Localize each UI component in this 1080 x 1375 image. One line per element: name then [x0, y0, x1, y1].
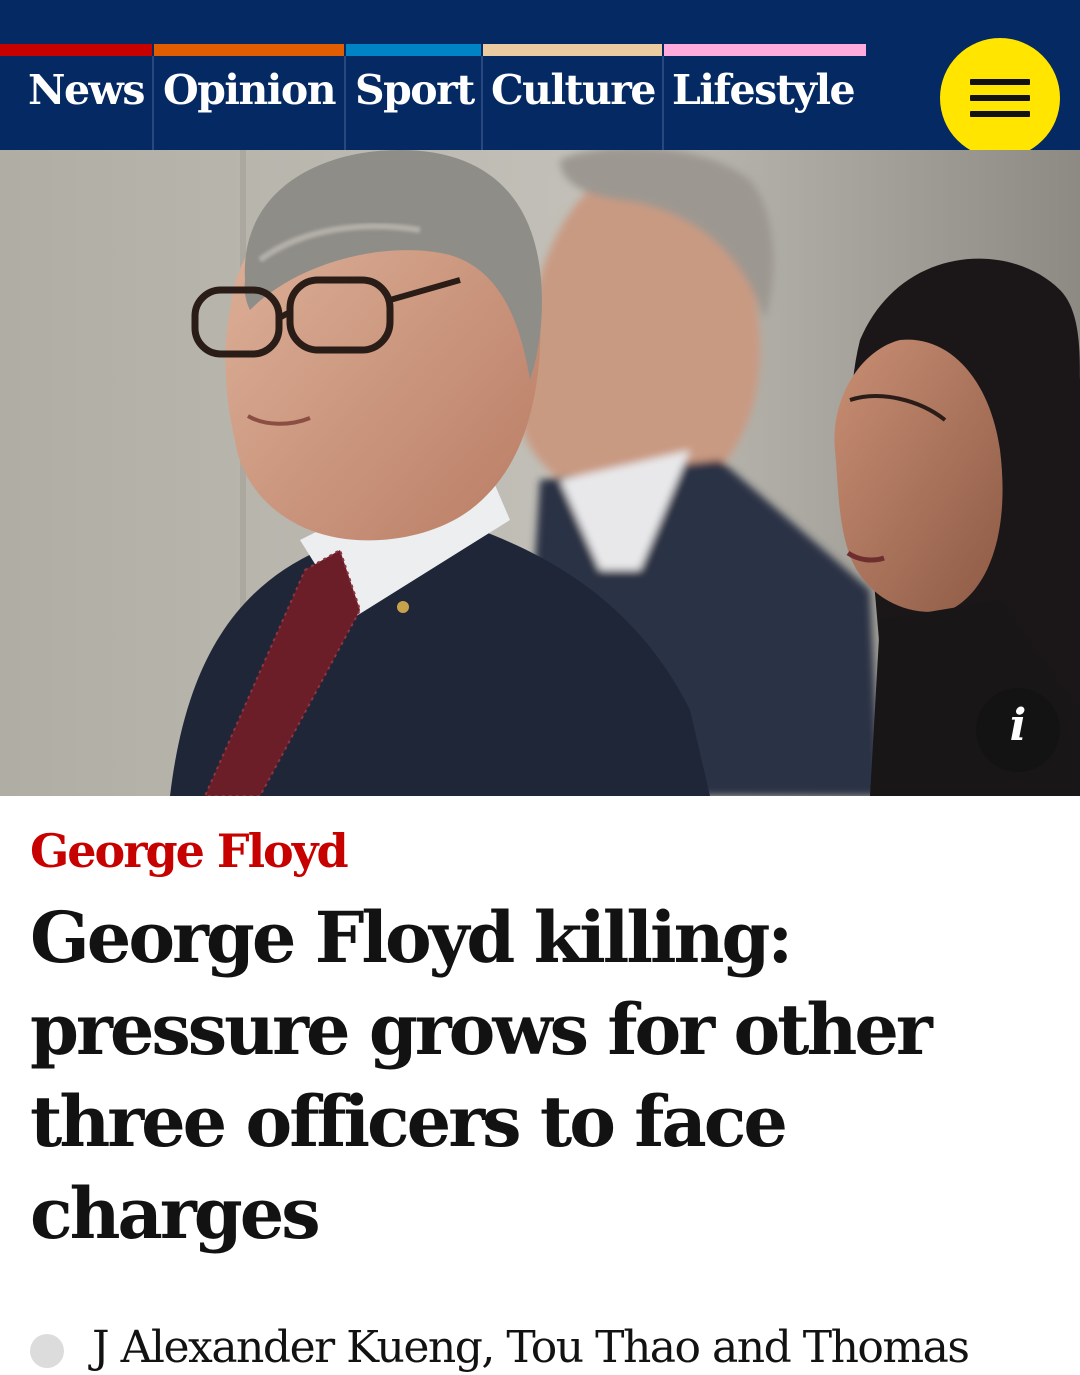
nav-item-lifestyle[interactable]: Lifestyle	[672, 70, 856, 111]
nav-divider	[344, 56, 346, 150]
article-headline: George Floyd killing: pressure grows for…	[30, 896, 933, 1255]
hero-photo-illustration	[0, 150, 1080, 796]
nav-item-opinion[interactable]: Opinion	[163, 70, 337, 111]
nav-divider	[662, 56, 664, 150]
nav-item-culture[interactable]: Culture	[491, 70, 656, 111]
image-caption-button[interactable]: i	[976, 688, 1060, 772]
hero-photo: i	[0, 150, 1080, 796]
pillar-color-strip-sport	[346, 44, 481, 56]
pillar-color-strip-lifestyle	[664, 44, 866, 56]
nav-divider	[152, 56, 154, 150]
menu-button[interactable]	[940, 38, 1060, 158]
info-icon: i	[1009, 700, 1027, 751]
article-standfirst: J Alexander Kueng, Tou Thao and Thomas	[92, 1322, 970, 1373]
article-kicker[interactable]: George Floyd	[30, 826, 349, 877]
nav-item-sport[interactable]: Sport	[355, 70, 475, 111]
top-navigation-bar: News Opinion Sport Culture Lifestyle	[0, 0, 1080, 158]
pillar-color-strip-culture	[483, 44, 662, 56]
pillar-color-strip-news	[0, 44, 152, 56]
bullet-icon	[30, 1334, 64, 1368]
nav-item-news[interactable]: News	[28, 70, 145, 111]
nav-divider	[481, 56, 483, 150]
pillar-color-strip-opinion	[154, 44, 344, 56]
